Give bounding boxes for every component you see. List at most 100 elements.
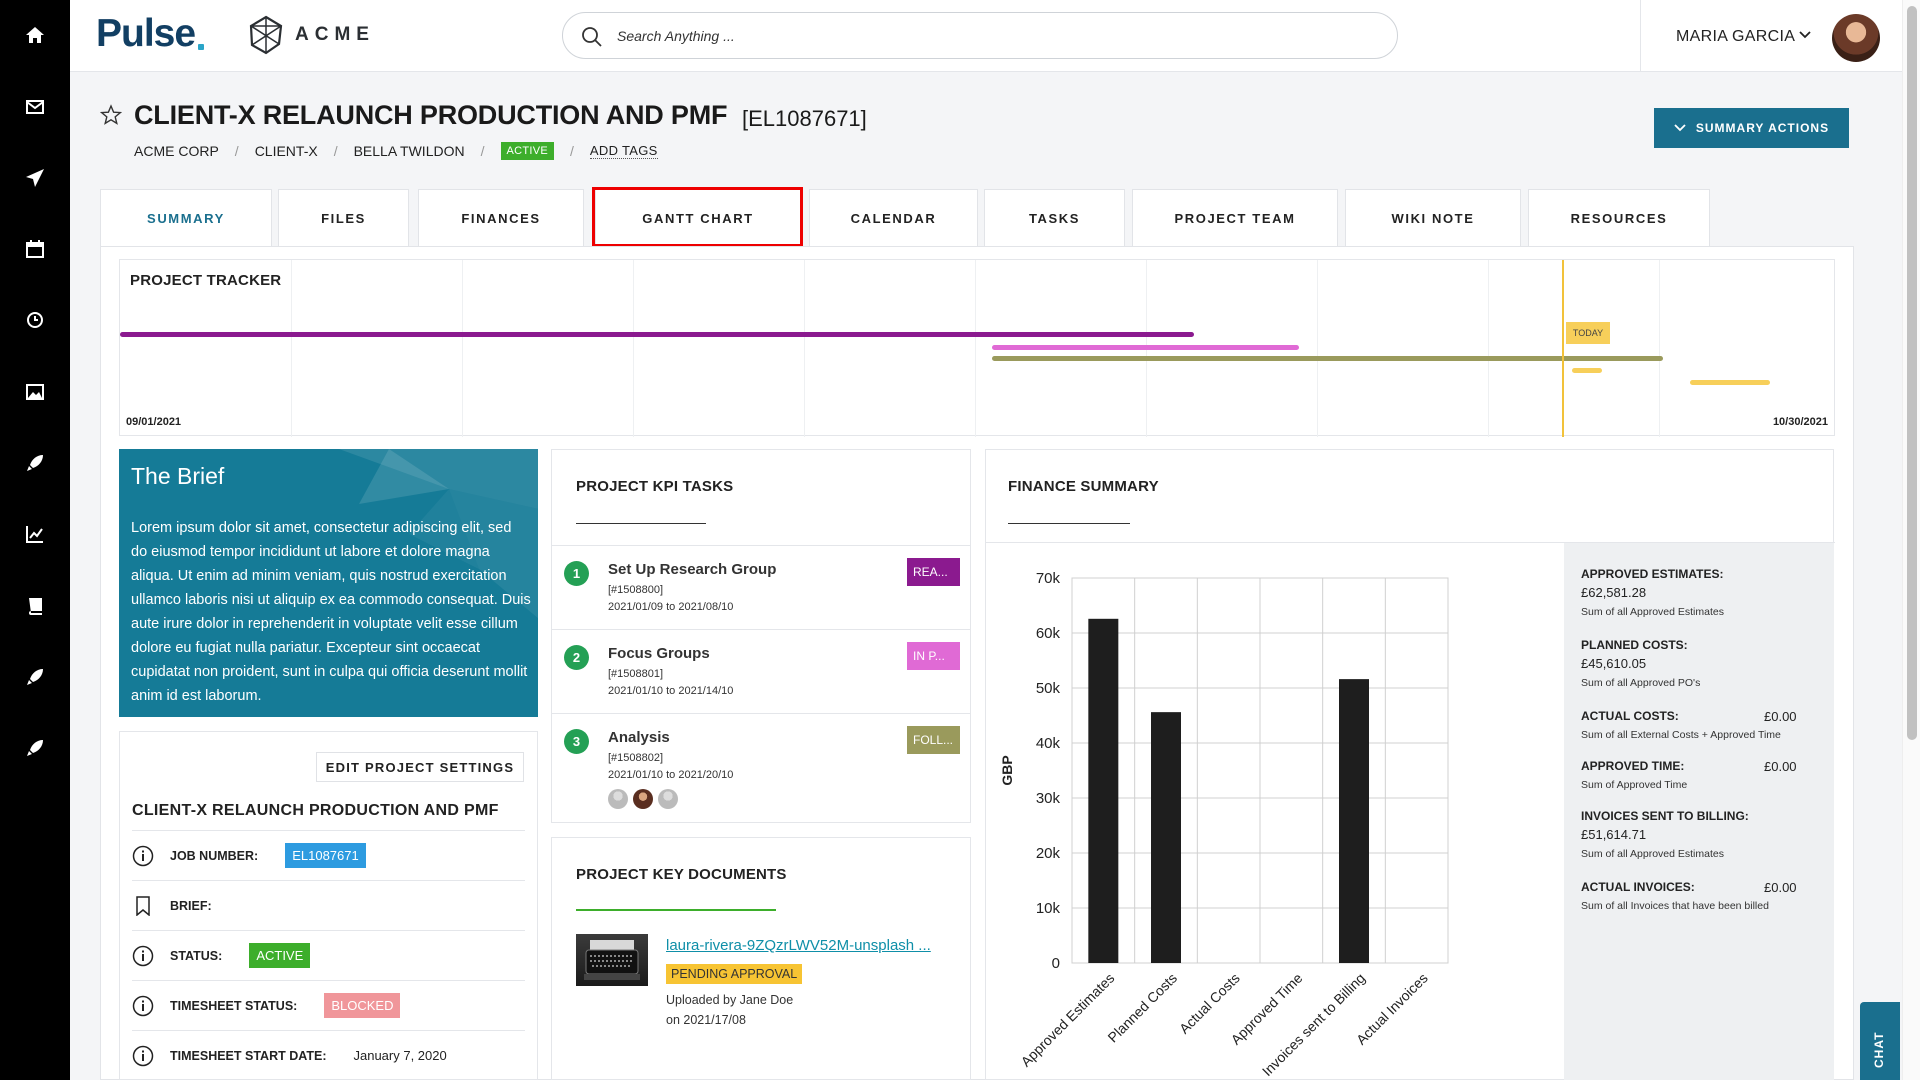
y-axis-label: GBP <box>999 755 1015 785</box>
add-tags-link[interactable]: ADD TAGS <box>589 143 658 159</box>
kpi-task-status[interactable]: IN P... <box>907 642 960 670</box>
y-tick-label: 40k <box>1036 735 1061 752</box>
app-root: Pulse ACME MARIA GARCIA CLIENT-X RELAUNC… <box>0 0 1920 1080</box>
documents-title: PROJECT KEY DOCUMENTS <box>576 866 787 883</box>
rocket-icon[interactable] <box>23 451 47 475</box>
avatar[interactable] <box>658 789 678 809</box>
summary-actions-button[interactable]: SUMMARY ACTIONS <box>1654 108 1849 148</box>
y-tick-label: 20k <box>1036 845 1061 862</box>
chat-button[interactable]: CHAT <box>1860 1002 1900 1080</box>
finance-desc: Sum of all Approved Estimates <box>1581 848 1724 860</box>
tab-finances[interactable]: FINANCES <box>418 189 584 246</box>
send-icon[interactable] <box>23 166 47 190</box>
kpi-task-dates: 2021/01/10 to 2021/20/10 <box>608 769 734 781</box>
kpi-task-number: 1 <box>564 561 589 586</box>
finance-desc: Sum of all Approved PO's <box>1581 677 1701 689</box>
x-tick-label: Invoices sent to Billing <box>1259 970 1368 1079</box>
finance-value: £62,581.28 <box>1581 585 1647 600</box>
kpi-task-name[interactable]: Focus Groups <box>608 645 710 662</box>
chevron-down-icon[interactable] <box>1798 30 1812 40</box>
search-input[interactable] <box>617 25 1357 47</box>
breadcrumb-client[interactable]: ACME CORP <box>134 143 219 159</box>
bookmark-icon[interactable] <box>132 895 154 917</box>
rocket-icon[interactable] <box>23 736 47 760</box>
key-documents-card: PROJECT KEY DOCUMENTS laura-rivera-9ZQzr… <box>551 837 971 1080</box>
acme-logo-icon <box>249 15 283 55</box>
tab-summary[interactable]: SUMMARY <box>100 189 272 246</box>
tab-tasks[interactable]: TASKS <box>984 189 1125 246</box>
tab-gantt-chart[interactable]: GANTT CHART <box>595 189 801 246</box>
document-thumbnail[interactable] <box>576 934 648 986</box>
info-icon[interactable] <box>132 995 154 1017</box>
brief-title: The Brief <box>131 463 225 489</box>
y-tick-label: 50k <box>1036 680 1061 697</box>
finance-label: PLANNED COSTS: <box>1581 638 1688 652</box>
scrollbar-thumb[interactable] <box>1907 6 1917 740</box>
chat-label: CHAT <box>1872 1031 1886 1068</box>
tracker-bar-focus-groups[interactable] <box>992 345 1299 350</box>
y-tick-label: 0 <box>1052 955 1060 972</box>
info-icon[interactable] <box>132 945 154 967</box>
y-tick-label: 60k <box>1036 625 1061 642</box>
star-icon[interactable] <box>100 104 122 126</box>
mail-icon[interactable] <box>23 95 47 119</box>
tracker-bar-future[interactable] <box>1690 380 1770 385</box>
rocket-icon[interactable] <box>23 665 47 689</box>
kpi-task-number: 3 <box>564 729 589 754</box>
calendar-icon[interactable] <box>23 237 47 261</box>
user-menu-name[interactable]: MARIA GARCIA <box>1676 28 1795 46</box>
trend-chart-icon[interactable] <box>23 522 47 546</box>
tab-calendar[interactable]: CALENDAR <box>809 189 978 246</box>
setting-row-timesheet-status: TIMESHEET STATUS: BLOCKED <box>132 980 525 1030</box>
kpi-task-id: [#1508801] <box>608 668 664 680</box>
home-icon[interactable] <box>23 23 47 47</box>
tab-files[interactable]: FILES <box>278 189 409 246</box>
page-title: CLIENT-X RELAUNCH PRODUCTION AND PMF <box>134 100 728 130</box>
brief-card: The Brief Lorem ipsum dolor sit amet, co… <box>119 449 538 717</box>
kpi-task-status[interactable]: FOLL... <box>907 726 960 754</box>
info-icon[interactable] <box>132 1045 154 1067</box>
breadcrumb-owner[interactable]: BELLA TWILDON <box>354 143 465 159</box>
kpi-task-item[interactable]: 1 Set Up Research Group [#1508800] 2021/… <box>552 545 970 629</box>
image-icon[interactable] <box>23 380 47 404</box>
document-uploaded-by: Uploaded by Jane Doe <box>666 993 794 1007</box>
search-bar[interactable] <box>562 12 1398 59</box>
kpi-task-name[interactable]: Analysis <box>608 729 670 746</box>
document-link[interactable]: laura-rivera-9ZQzrLWV52M-unsplash ... <box>666 937 931 954</box>
finance-desc: Sum of all Approved Estimates <box>1581 606 1724 618</box>
brief-text: Lorem ipsum dolor sit amet, consectetur … <box>131 520 531 704</box>
avatar[interactable] <box>633 789 653 809</box>
breadcrumb: ACME CORP / CLIENT-X / BELLA TWILDON / A… <box>134 142 658 160</box>
today-badge: TODAY <box>1566 322 1610 344</box>
kpi-task-status[interactable]: REA... <box>907 558 960 586</box>
book-icon[interactable] <box>23 594 47 618</box>
avatar[interactable] <box>608 789 628 809</box>
page-scrollbar[interactable] <box>1902 0 1920 1080</box>
finance-value: £45,610.05 <box>1581 656 1647 671</box>
clock-icon[interactable] <box>23 308 47 332</box>
breadcrumb-separator: / <box>234 143 239 159</box>
info-icon[interactable] <box>132 845 154 867</box>
tab-wiki-note[interactable]: WIKI NOTE <box>1345 189 1521 246</box>
setting-row-job-number: JOB NUMBER: EL1087671 <box>132 830 525 880</box>
breadcrumb-separator: / <box>333 143 338 159</box>
tab-resources[interactable]: RESOURCES <box>1528 189 1710 246</box>
project-tracker: PROJECT TRACKER TODAY 09/01/2021 10/30/2… <box>119 259 1835 437</box>
kpi-task-name[interactable]: Set Up Research Group <box>608 561 776 578</box>
tracker-gridline <box>804 260 805 437</box>
kpi-task-item[interactable]: 2 Focus Groups [#1508801] 2021/01/10 to … <box>552 629 970 713</box>
tab-project-team[interactable]: PROJECT TEAM <box>1132 189 1338 246</box>
tracker-bar-research[interactable] <box>120 332 1194 337</box>
edit-project-settings-button[interactable]: EDIT PROJECT SETTINGS <box>316 752 524 782</box>
project-settings-card: EDIT PROJECT SETTINGS CLIENT-X RELAUNCH … <box>119 731 538 1080</box>
acme-logo-text: ACME <box>295 24 375 45</box>
kpi-task-dates: 2021/01/09 to 2021/08/10 <box>608 601 734 613</box>
tracker-bar-milestone[interactable] <box>1572 368 1602 373</box>
tracker-title: PROJECT TRACKER <box>130 272 282 289</box>
pulse-logo[interactable]: Pulse <box>96 12 196 56</box>
kpi-tasks-card: PROJECT KPI TASKS 1 Set Up Research Grou… <box>551 449 971 823</box>
avatar[interactable] <box>1832 14 1880 62</box>
chart-bar <box>1088 618 1119 963</box>
breadcrumb-brand[interactable]: CLIENT-X <box>255 143 318 159</box>
kpi-task-item[interactable]: 3 Analysis [#1508802] 2021/01/10 to 2021… <box>552 713 970 824</box>
